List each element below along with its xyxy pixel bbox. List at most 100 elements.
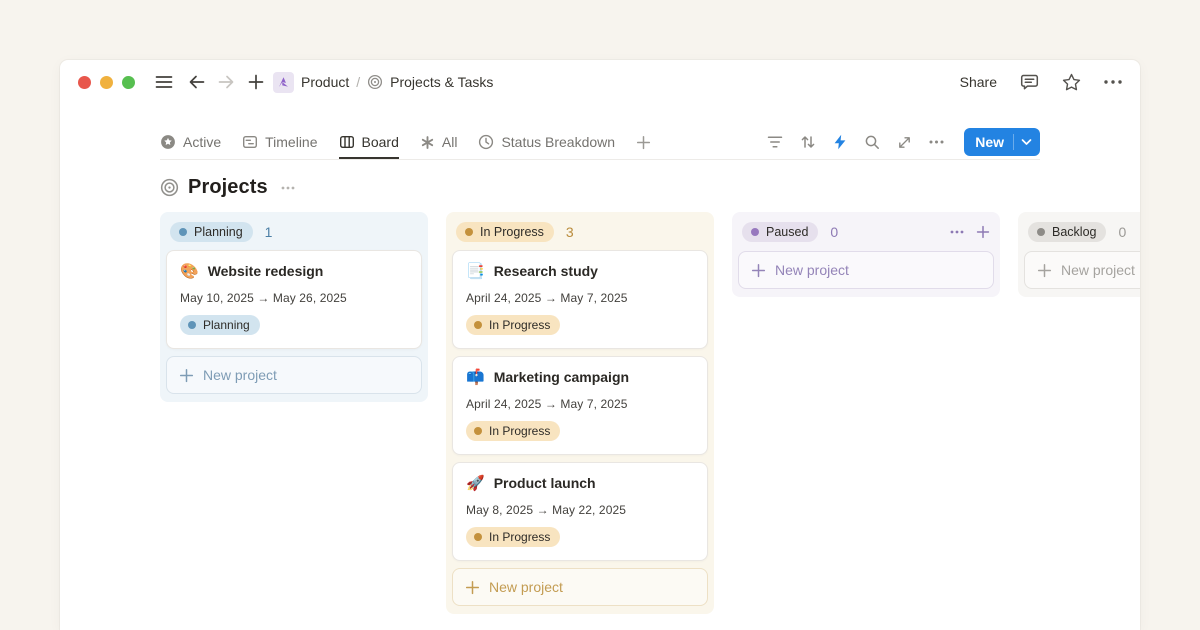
target-icon (160, 178, 179, 197)
window-controls (78, 76, 135, 89)
card-title: Research study (494, 263, 598, 279)
tab-label: Active (183, 134, 221, 150)
group-name: Paused (766, 225, 808, 239)
card-date-range: May 8, 2025 → May 22, 2025 (466, 503, 694, 517)
new-project-button[interactable]: New project (738, 251, 994, 289)
tab-label: Status Breakdown (501, 134, 615, 150)
new-button-label: New (964, 134, 1013, 150)
minimize-window-button[interactable] (100, 76, 113, 89)
group-name: In Progress (480, 225, 544, 239)
breadcrumb: Product / Projects & Tasks (301, 74, 493, 90)
search-icon[interactable] (864, 134, 880, 150)
group-pill: In Progress (456, 222, 554, 242)
new-project-label: New project (1061, 262, 1135, 278)
sidebar-toggle-icon[interactable] (151, 69, 177, 95)
tab-label: Board (362, 134, 399, 150)
plus-icon (179, 368, 194, 383)
group-pill: Backlog (1028, 222, 1106, 242)
more-icon[interactable] (950, 230, 964, 234)
comment-icon[interactable] (1020, 73, 1039, 91)
card-emoji: 📫 (466, 370, 485, 385)
lightning-icon[interactable] (833, 134, 847, 150)
card-title: Marketing campaign (494, 369, 629, 385)
project-card[interactable]: 📫 Marketing campaign April 24, 2025 → Ma… (452, 356, 708, 455)
group-count: 0 (830, 224, 838, 240)
status-dot (474, 533, 482, 541)
status-dot (465, 228, 473, 236)
new-project-label: New project (775, 262, 849, 278)
status-badge: In Progress (466, 421, 560, 441)
tab-all[interactable]: All (420, 125, 458, 159)
chevron-down-icon[interactable] (1013, 134, 1040, 150)
tab-status-breakdown[interactable]: Status Breakdown (478, 125, 615, 159)
tab-board[interactable]: Board (339, 125, 399, 159)
board-column-paused: Paused 0 New project (732, 212, 1000, 297)
board-column-planning: Planning 1 🎨 Website redesign May 10, 20… (160, 212, 428, 402)
breadcrumb-workspace[interactable]: Product (301, 74, 349, 90)
back-arrow-icon[interactable] (183, 69, 209, 95)
card-title: Website redesign (208, 263, 324, 279)
timeline-icon (242, 134, 258, 150)
tab-label: Timeline (265, 134, 317, 150)
card-title-row: 📫 Marketing campaign (466, 369, 694, 385)
breadcrumb-page[interactable]: Projects & Tasks (390, 74, 493, 90)
board-column-in-progress: In Progress 3 📑 Research study April 24,… (446, 212, 714, 614)
share-button[interactable]: Share (960, 74, 997, 90)
clock-icon (478, 134, 494, 150)
column-header[interactable]: Backlog 0 (1022, 214, 1140, 250)
card-title-row: 🚀 Product launch (466, 475, 694, 491)
new-project-button[interactable]: New project (1024, 251, 1140, 289)
group-pill: Paused (742, 222, 818, 242)
zoom-window-button[interactable] (122, 76, 135, 89)
star-icon[interactable] (1062, 73, 1081, 91)
status-badge: In Progress (466, 315, 560, 335)
more-icon[interactable] (929, 140, 944, 144)
sort-icon[interactable] (800, 134, 816, 150)
card-emoji: 🎨 (180, 264, 199, 279)
project-card[interactable]: 📑 Research study April 24, 2025 → May 7,… (452, 250, 708, 349)
close-window-button[interactable] (78, 76, 91, 89)
kanban-board: Planning 1 🎨 Website redesign May 10, 20… (160, 212, 1140, 614)
view-toolbar: Active Timeline Board All (160, 125, 1040, 160)
group-name: Backlog (1052, 225, 1096, 239)
add-card-icon[interactable] (976, 225, 990, 239)
column-header[interactable]: In Progress 3 (450, 214, 710, 250)
plus-icon (751, 263, 766, 278)
new-project-button[interactable]: New project (452, 568, 708, 606)
tab-timeline[interactable]: Timeline (242, 125, 317, 159)
view-tabs: Active Timeline Board All (160, 125, 651, 159)
add-view-icon[interactable] (636, 135, 651, 150)
card-title-row: 📑 Research study (466, 263, 694, 279)
new-project-label: New project (203, 367, 277, 383)
project-card[interactable]: 🚀 Product launch May 8, 2025 → May 22, 2… (452, 462, 708, 561)
column-header-actions (950, 225, 990, 239)
titlebar: Product / Projects & Tasks Share (60, 60, 1140, 104)
titlebar-actions: Share (960, 73, 1122, 91)
new-button[interactable]: New (964, 128, 1040, 156)
breadcrumb-separator: / (356, 74, 360, 90)
new-project-button[interactable]: New project (166, 356, 422, 394)
forward-arrow-icon[interactable] (213, 69, 239, 95)
new-page-icon[interactable] (243, 69, 269, 95)
workspace-icon[interactable] (273, 72, 294, 93)
status-badge: Planning (180, 315, 260, 335)
tab-active[interactable]: Active (160, 125, 221, 159)
project-card[interactable]: 🎨 Website redesign May 10, 2025 → May 26… (166, 250, 422, 349)
status-dot (188, 321, 196, 329)
status-dot (474, 427, 482, 435)
tab-label: All (442, 134, 458, 150)
status-dot (751, 228, 759, 236)
status-badge: In Progress (466, 527, 560, 547)
expand-icon[interactable] (897, 135, 912, 150)
board-icon (339, 134, 355, 150)
plus-icon (465, 580, 480, 595)
plus-icon (1037, 263, 1052, 278)
filter-icon[interactable] (767, 135, 783, 149)
column-header[interactable]: Paused 0 (736, 214, 996, 250)
column-header[interactable]: Planning 1 (164, 214, 424, 250)
card-date-range: May 10, 2025 → May 26, 2025 (180, 291, 408, 305)
more-icon[interactable] (1104, 80, 1122, 84)
new-project-label: New project (489, 579, 563, 595)
group-pill: Planning (170, 222, 253, 242)
more-icon[interactable] (281, 186, 295, 190)
